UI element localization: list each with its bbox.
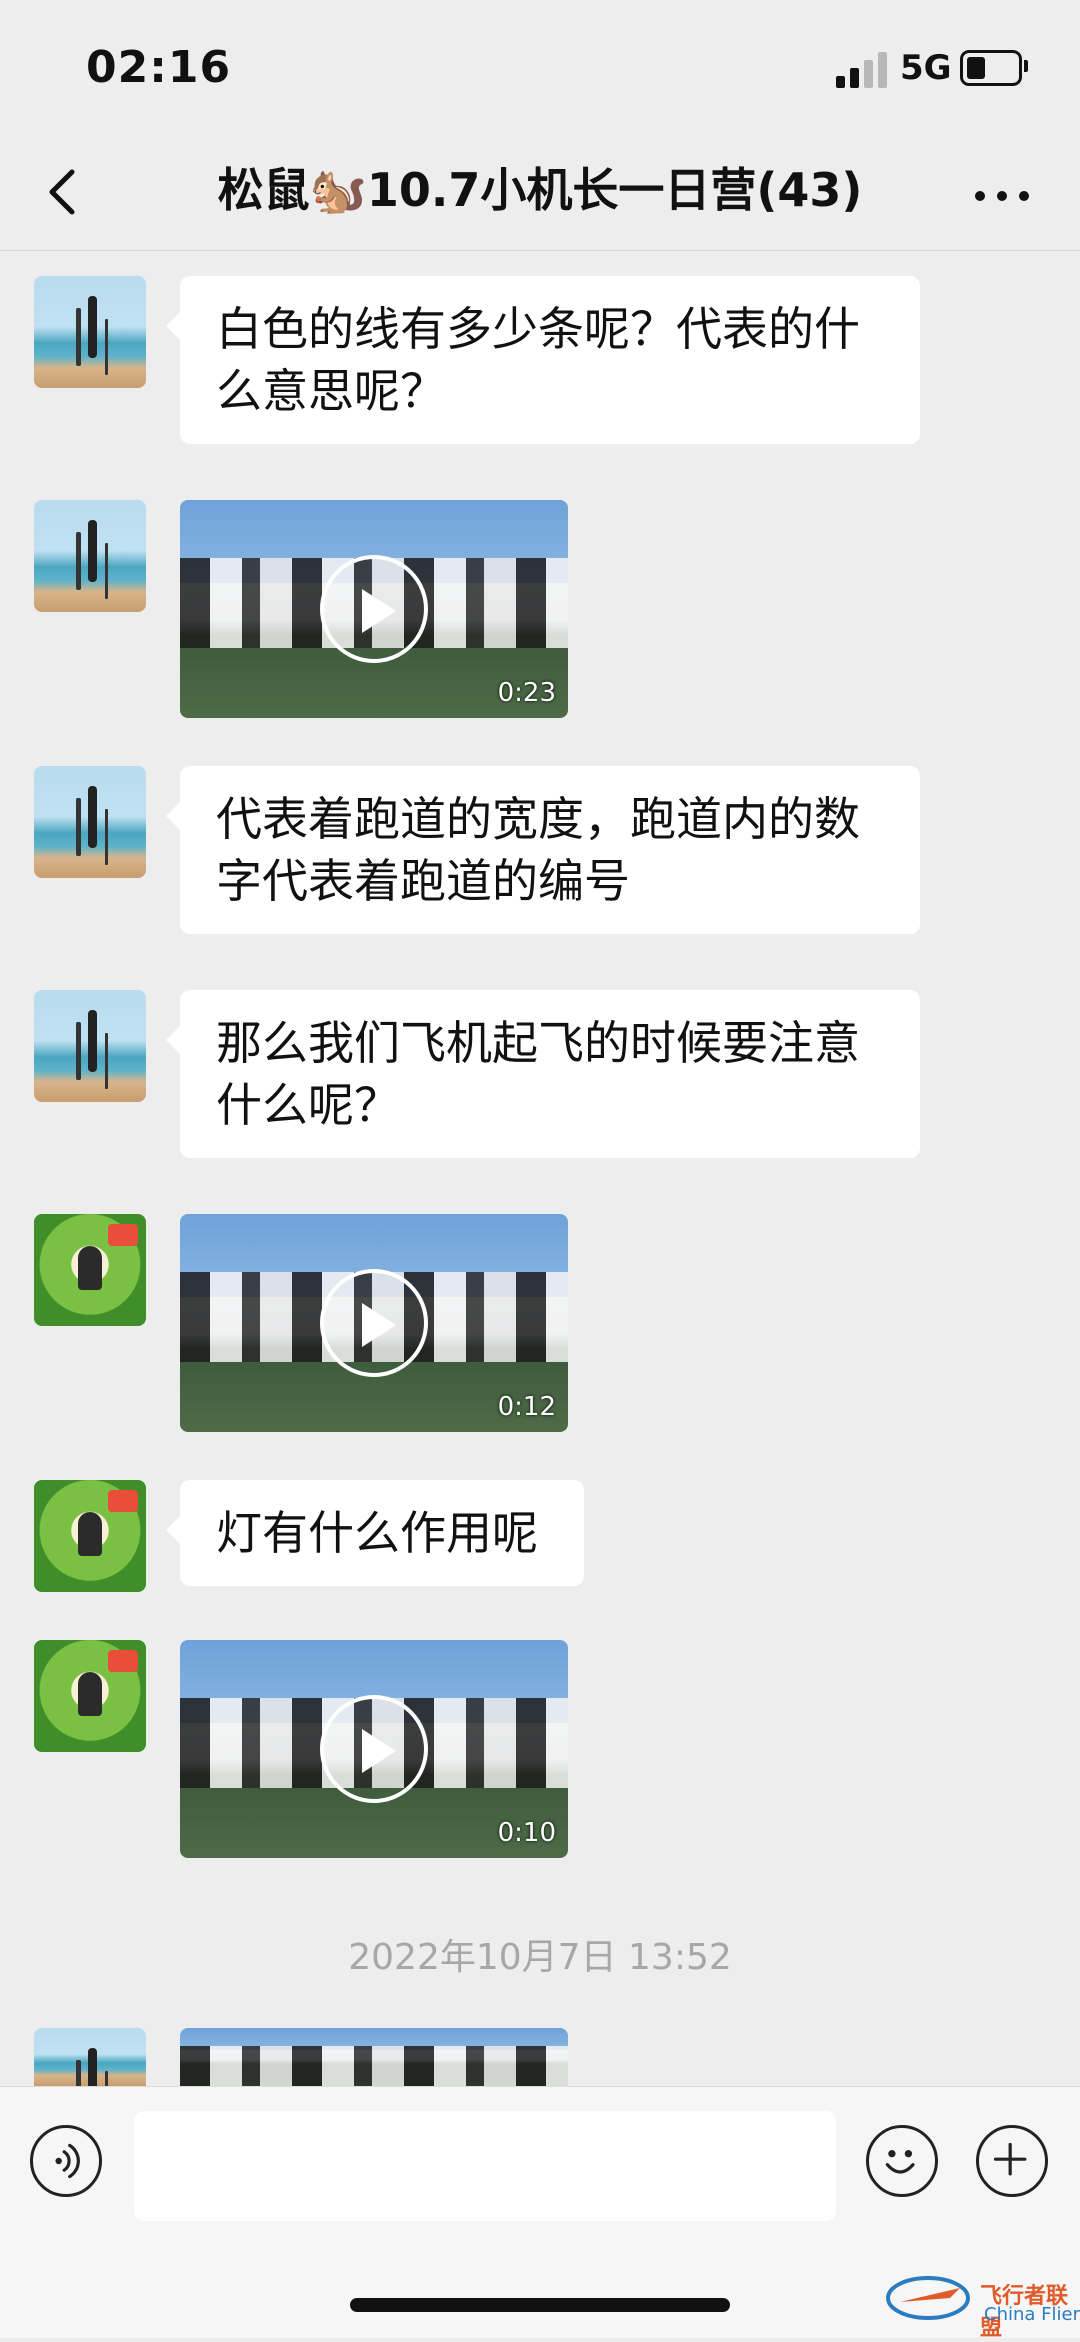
- battery-cap: [1024, 60, 1028, 72]
- video-duration: 0:12: [497, 1392, 556, 1422]
- message-line: 代表着跑道的宽度，跑道内的数: [216, 792, 860, 846]
- voice-icon[interactable]: [30, 2125, 102, 2197]
- avatar[interactable]: [34, 1480, 146, 1592]
- video-message[interactable]: 0:23: [180, 500, 568, 718]
- signal-icon: [836, 50, 890, 88]
- avatar[interactable]: [34, 990, 146, 1102]
- avatar[interactable]: [34, 276, 146, 388]
- network-label: 5G: [900, 48, 952, 88]
- status-time: 02:16: [86, 42, 232, 93]
- video-message[interactable]: 0:10: [180, 1640, 568, 1858]
- chat-title: 松鼠🐿️10.7小机长一日营(43): [217, 163, 863, 217]
- timestamp: 2022年10月7日 13:52: [348, 1937, 732, 1978]
- message-line: 什么呢？: [216, 1078, 400, 1132]
- message-input[interactable]: [134, 2111, 836, 2221]
- message-line: 么意思呢？: [216, 364, 446, 418]
- video-message[interactable]: [180, 2028, 568, 2086]
- play-icon[interactable]: [320, 555, 428, 663]
- message-bubble[interactable]: 白色的线有多少条呢？代表的什 么意思呢？: [166, 276, 920, 444]
- more-icon[interactable]: [970, 166, 1034, 226]
- emoji-icon[interactable]: [866, 2125, 938, 2197]
- battery-icon: [960, 50, 1022, 86]
- video-duration: 0:23: [497, 678, 556, 708]
- avatar[interactable]: [34, 1214, 146, 1326]
- avatar[interactable]: [34, 766, 146, 878]
- chat-header: 松鼠🐿️10.7小机长一日营(43): [0, 140, 1080, 251]
- message-line: 字代表着跑道的编号: [216, 854, 630, 908]
- video-thumbnail: [180, 2046, 568, 2086]
- avatar[interactable]: [34, 500, 146, 612]
- play-icon[interactable]: [320, 1695, 428, 1803]
- home-indicator: [350, 2298, 730, 2312]
- message-bubble[interactable]: 代表着跑道的宽度，跑道内的数 字代表着跑道的编号: [166, 766, 920, 934]
- watermark-subtitle: China Flier: [984, 2304, 1080, 2325]
- message-bubble[interactable]: 灯有什么作用呢: [166, 1480, 584, 1586]
- video-message[interactable]: 0:12: [180, 1214, 568, 1432]
- plus-icon[interactable]: [976, 2125, 1048, 2197]
- message-line: 灯有什么作用呢: [216, 1506, 538, 1560]
- play-icon[interactable]: [320, 1269, 428, 1377]
- message-bubble[interactable]: 那么我们飞机起飞的时候要注意 什么呢？: [166, 990, 920, 1158]
- video-duration: 0:10: [497, 1818, 556, 1848]
- message-line: 那么我们飞机起飞的时候要注意: [216, 1016, 860, 1070]
- avatar[interactable]: [34, 2028, 146, 2086]
- message-line: 白色的线有多少条呢？代表的什: [216, 302, 860, 356]
- status-bar: 02:16 5G: [0, 0, 1080, 140]
- avatar[interactable]: [34, 1640, 146, 1752]
- back-arrow-icon[interactable]: [36, 162, 96, 222]
